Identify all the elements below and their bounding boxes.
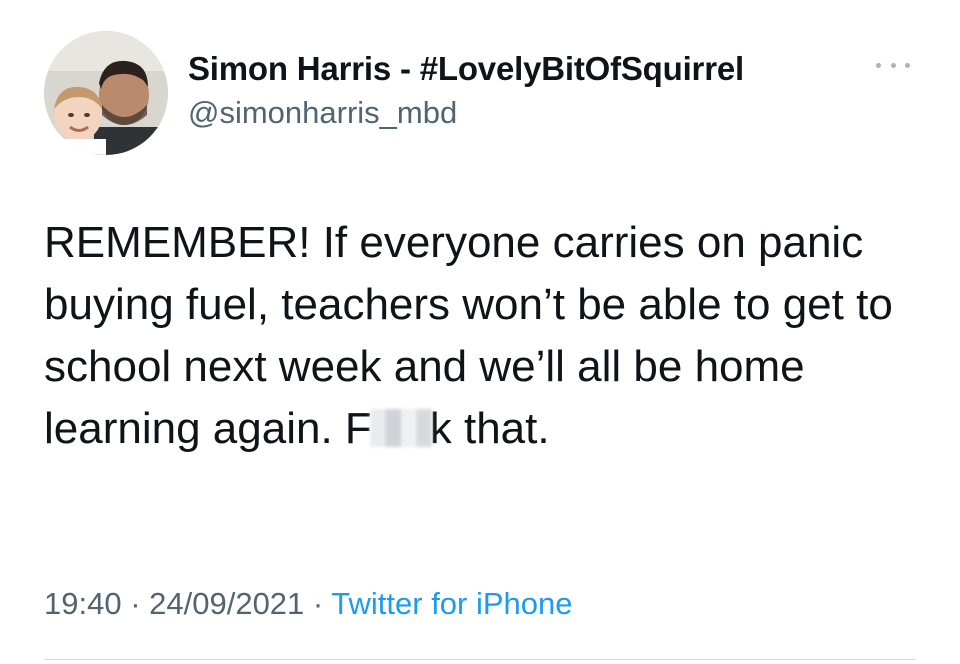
tweet-time[interactable]: 19:40 — [44, 586, 122, 621]
dot-icon — [876, 62, 881, 68]
tweet-text-part2: k that. — [429, 404, 550, 453]
author-handle[interactable]: @simonharris_mbd — [188, 95, 457, 131]
tweet-source-link[interactable]: Twitter for iPhone — [331, 586, 572, 621]
dot-icon — [890, 62, 896, 68]
tweet-body: REMEMBER! If everyone carries on panic b… — [44, 212, 924, 460]
tweet-metadata: 19:40 · 24/09/2021 · Twitter for iPhone — [44, 586, 573, 622]
dot-icon — [905, 62, 910, 68]
tweet-card: Simon Harris - #LovelyBitOfSquirrel @sim… — [0, 0, 960, 664]
censor-blur — [369, 409, 432, 447]
divider — [44, 659, 916, 660]
meta-separator: · — [121, 586, 150, 621]
tweet-date[interactable]: 24/09/2021 — [149, 586, 304, 621]
profile-avatar[interactable] — [44, 31, 168, 155]
meta-separator: · — [304, 586, 332, 621]
more-options-icon[interactable] — [876, 58, 910, 72]
profile-photo-icon — [44, 31, 168, 155]
author-display-name[interactable]: Simon Harris - #LovelyBitOfSquirrel — [188, 50, 744, 88]
